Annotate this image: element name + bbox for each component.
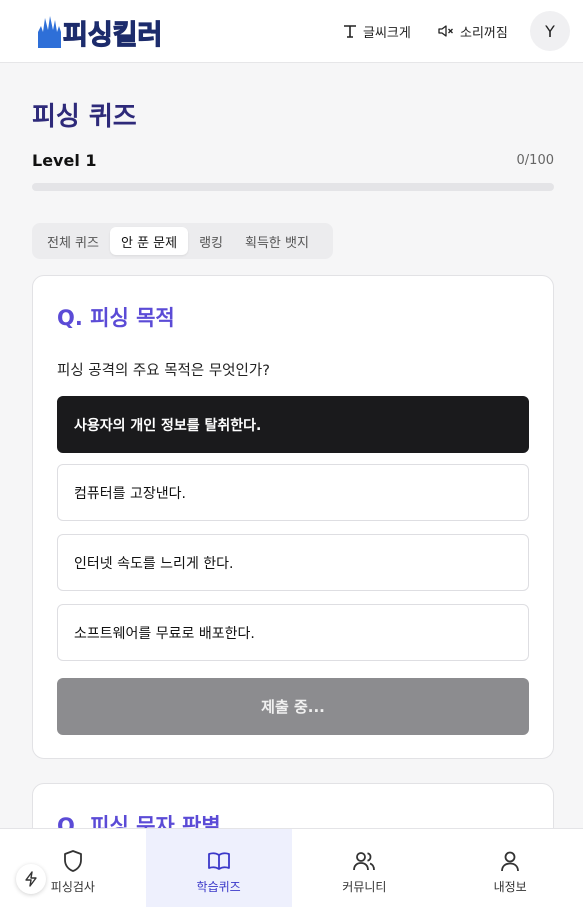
nav-label: 커뮤니티 (342, 880, 387, 894)
submit-button[interactable]: 제출 중... (57, 678, 529, 735)
nav-item-community[interactable]: 커뮤니티 (292, 829, 438, 907)
answer-option-3[interactable]: 인터넷 속도를 느리게 한다. (57, 534, 529, 591)
speaker-muted-icon (438, 25, 453, 37)
app-header: 피싱킬러 글씨크게 소리꺼짐 Y (0, 0, 583, 63)
sound-toggle-button[interactable]: 소리꺼짐 (438, 20, 508, 42)
users-icon (353, 852, 376, 871)
app-logo[interactable]: 피싱킬러 (35, 12, 177, 50)
tab-badges[interactable]: 획득한 뱃지 (234, 227, 320, 255)
user-icon (501, 851, 520, 872)
svg-text:피싱킬러: 피싱킬러 (63, 20, 162, 50)
level-progress-bar (32, 183, 554, 191)
font-size-button[interactable]: 글씨크게 (343, 20, 411, 42)
nav-label: 내정보 (493, 880, 527, 894)
answer-option-4[interactable]: 소프트웨어를 무료로 배포한다. (57, 604, 529, 661)
nav-label: 학습퀴즈 (196, 880, 241, 894)
user-avatar[interactable]: Y (530, 11, 570, 51)
lightning-icon (25, 871, 37, 887)
shield-icon (63, 850, 82, 872)
tab-unsolved[interactable]: 안 푼 문제 (109, 227, 189, 255)
font-size-label: 글씨크게 (363, 25, 411, 41)
nav-label: 피싱검사 (50, 880, 95, 894)
tab-all-quiz[interactable]: 전체 퀴즈 (36, 227, 110, 255)
question-card: Q. 피싱 목적 피싱 공격의 주요 목적은 무엇인가? 사용자의 개인 정보를… (32, 275, 554, 759)
answer-option-1[interactable]: 사용자의 개인 정보를 탈취한다. (57, 396, 529, 453)
nav-item-learning-quiz[interactable]: 학습퀴즈 (145, 829, 292, 907)
bottom-navigation: 피싱검사 학습퀴즈 커뮤니티 내정보 (0, 828, 583, 907)
text-size-icon (344, 25, 356, 38)
page-title: 피싱 퀴즈 (32, 102, 137, 132)
nav-item-my-info[interactable]: 내정보 (437, 829, 583, 907)
sound-label: 소리꺼짐 (460, 25, 508, 41)
question-text: 피싱 공격의 주요 목적은 무엇인가? (57, 363, 270, 379)
level-label: Level 1 (32, 151, 97, 170)
tab-ranking[interactable]: 랭킹 (188, 227, 234, 255)
quiz-tabs: 전체 퀴즈 안 푼 문제 랭킹 획득한 뱃지 (32, 223, 333, 259)
quick-action-button[interactable] (16, 864, 46, 894)
question-title: Q. 피싱 목적 (57, 306, 175, 330)
level-score: 0/100 (516, 153, 554, 168)
book-icon (207, 852, 230, 870)
logo-graphic: 피싱킬러 (38, 16, 163, 50)
answer-option-2[interactable]: 컴퓨터를 고장낸다. (57, 464, 529, 521)
